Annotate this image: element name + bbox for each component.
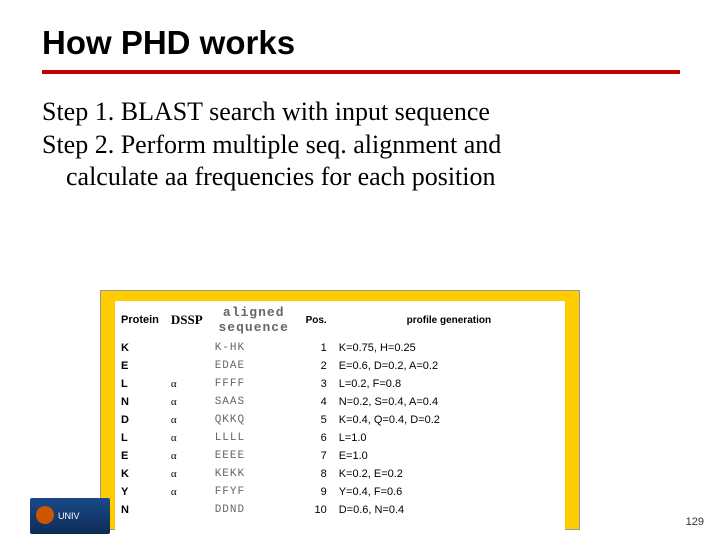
cell-pos: 10 — [299, 501, 333, 519]
cell-aligned: LLLL — [209, 429, 299, 447]
table-row: LαFFFF3L=0.2, F=0.8 — [115, 375, 565, 393]
cell-protein: K — [115, 339, 165, 357]
cell-protein: L — [115, 375, 165, 393]
table-row: E EDAE2E=0.6, D=0.2, A=0.2 — [115, 357, 565, 375]
cell-protein: L — [115, 429, 165, 447]
table-row: NαSAAS4N=0.2, S=0.4, A=0.4 — [115, 393, 565, 411]
alignment-table: Protein DSSP aligned sequence Pos. profi… — [115, 301, 565, 519]
figure-panel: Protein DSSP aligned sequence Pos. profi… — [100, 290, 580, 530]
cell-pos: 8 — [299, 465, 333, 483]
cell-profile: K=0.4, Q=0.4, D=0.2 — [333, 411, 565, 429]
step-1: Step 1. BLAST search with input sequence — [42, 96, 660, 129]
cell-profile: L=0.2, F=0.8 — [333, 375, 565, 393]
table-row: YαFFYF9Y=0.4, F=0.6 — [115, 483, 565, 501]
cell-protein: E — [115, 357, 165, 375]
cell-protein: D — [115, 411, 165, 429]
cell-aligned: FFYF — [209, 483, 299, 501]
table-row: K K-HK1K=0.75, H=0.25 — [115, 339, 565, 357]
cell-protein: N — [115, 393, 165, 411]
cell-profile: E=0.6, D=0.2, A=0.2 — [333, 357, 565, 375]
cell-pos: 5 — [299, 411, 333, 429]
university-logo: UNIV — [30, 498, 110, 534]
logo-text: UNIV — [58, 511, 80, 521]
cell-pos: 2 — [299, 357, 333, 375]
cell-dssp: α — [165, 447, 209, 465]
body-text: Step 1. BLAST search with input sequence… — [0, 96, 720, 194]
table-header-row: Protein DSSP aligned sequence Pos. profi… — [115, 301, 565, 339]
cell-pos: 3 — [299, 375, 333, 393]
cell-protein: E — [115, 447, 165, 465]
table-body: K K-HK1K=0.75, H=0.25 E EDAE2E=0.6, D=0.2,… — [115, 339, 565, 519]
cell-dssp: α — [165, 465, 209, 483]
header-aligned: aligned sequence — [209, 301, 299, 339]
cell-aligned: QKKQ — [209, 411, 299, 429]
cell-profile: N=0.2, S=0.4, A=0.4 — [333, 393, 565, 411]
slide-title: How PHD works — [0, 0, 720, 70]
cell-profile: E=1.0 — [333, 447, 565, 465]
cell-aligned: SAAS — [209, 393, 299, 411]
cell-dssp: α — [165, 483, 209, 501]
cell-pos: 1 — [299, 339, 333, 357]
cell-protein: N — [115, 501, 165, 519]
cell-protein: K — [115, 465, 165, 483]
table-row: EαEEEE7E=1.0 — [115, 447, 565, 465]
cell-profile: K=0.75, H=0.25 — [333, 339, 565, 357]
cell-pos: 7 — [299, 447, 333, 465]
cell-dssp: α — [165, 393, 209, 411]
cell-profile: K=0.2, E=0.2 — [333, 465, 565, 483]
cell-pos: 4 — [299, 393, 333, 411]
header-profile: profile generation — [333, 301, 565, 339]
cell-dssp — [165, 501, 209, 519]
title-underline — [42, 70, 680, 74]
cell-dssp — [165, 339, 209, 357]
cell-dssp: α — [165, 375, 209, 393]
table-row: KαKEKK8K=0.2, E=0.2 — [115, 465, 565, 483]
cell-aligned: KEKK — [209, 465, 299, 483]
cell-dssp: α — [165, 429, 209, 447]
cell-dssp: α — [165, 411, 209, 429]
header-protein: Protein — [115, 301, 165, 339]
table-row: N DDND10D=0.6, N=0.4 — [115, 501, 565, 519]
table-row: LαLLLL6L=1.0 — [115, 429, 565, 447]
page-number: 129 — [686, 516, 704, 528]
cell-pos: 9 — [299, 483, 333, 501]
header-dssp: DSSP — [165, 301, 209, 339]
cell-aligned: EDAE — [209, 357, 299, 375]
header-pos: Pos. — [299, 301, 333, 339]
cell-aligned: DDND — [209, 501, 299, 519]
cell-aligned: EEEE — [209, 447, 299, 465]
cell-profile: Y=0.4, F=0.6 — [333, 483, 565, 501]
cell-pos: 6 — [299, 429, 333, 447]
figure-inner: Protein DSSP aligned sequence Pos. profi… — [115, 301, 565, 539]
step-2-line1: Step 2. Perform multiple seq. alignment … — [42, 129, 660, 162]
cell-dssp — [165, 357, 209, 375]
cell-profile: L=1.0 — [333, 429, 565, 447]
table-row: DαQKKQ5K=0.4, Q=0.4, D=0.2 — [115, 411, 565, 429]
step-2-line2: calculate aa frequencies for each positi… — [42, 161, 660, 194]
cell-protein: Y — [115, 483, 165, 501]
cell-aligned: FFFF — [209, 375, 299, 393]
cell-aligned: K-HK — [209, 339, 299, 357]
cell-profile: D=0.6, N=0.4 — [333, 501, 565, 519]
